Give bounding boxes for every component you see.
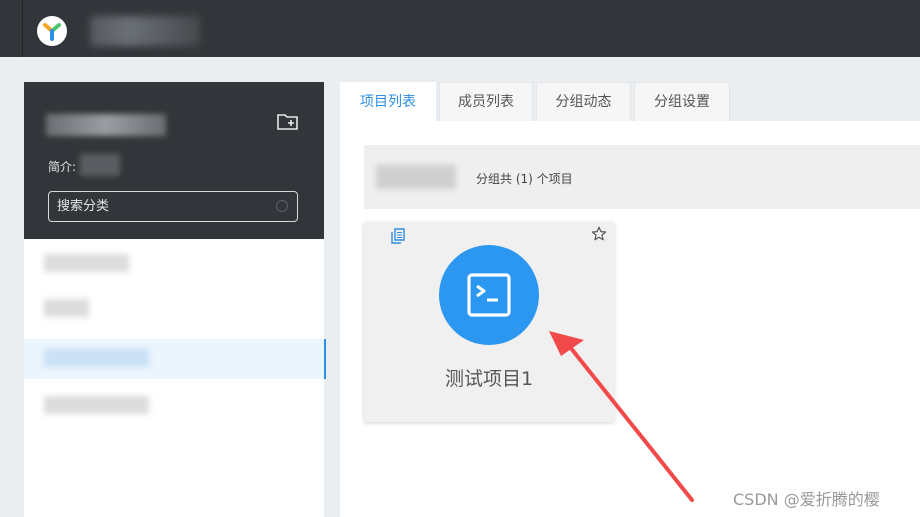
search-icon <box>276 200 288 212</box>
folder-add-icon[interactable] <box>276 112 300 136</box>
redacted-category-label <box>44 254 129 272</box>
project-card[interactable]: 测试项目1 <box>364 222 614 422</box>
redacted-category-label <box>44 349 149 367</box>
yapi-logo-icon[interactable] <box>37 16 67 46</box>
category-item-active[interactable] <box>24 339 326 379</box>
category-item[interactable] <box>24 244 324 284</box>
tab-member-list[interactable]: 成员列表 <box>439 82 533 121</box>
project-panel: 项目列表 成员列表 分组动态 分组设置 分组共 (1) 个项目 测试项目1 <box>340 82 920 517</box>
redacted-category-label <box>44 396 149 414</box>
project-name[interactable]: 测试项目1 <box>364 364 614 391</box>
category-item[interactable] <box>24 386 324 426</box>
redacted-group-name <box>46 114 166 136</box>
redacted-category-label <box>44 299 89 317</box>
category-search-input[interactable] <box>48 191 298 222</box>
category-item[interactable] <box>24 289 324 329</box>
top-navbar <box>0 0 920 57</box>
terminal-icon <box>467 273 511 317</box>
tab-group-activity[interactable]: 分组动态 <box>536 82 631 121</box>
tab-bar: 项目列表 成员列表 分组动态 分组设置 <box>340 82 920 122</box>
project-count-text: 分组共 (1) 个项目 <box>476 172 573 186</box>
redacted-group-intro <box>80 154 120 176</box>
star-icon[interactable] <box>591 226 607 246</box>
document-icon[interactable] <box>391 228 405 248</box>
topbar-divider <box>22 0 23 57</box>
project-summary-bar: 分组共 (1) 个项目 <box>364 145 920 209</box>
group-sidebar: 简介: <box>24 82 326 517</box>
group-info-header: 简介: <box>24 82 324 239</box>
watermark-text: CSDN @爱折腾的樱 <box>733 490 880 509</box>
group-intro-label: 简介: <box>48 160 77 174</box>
project-avatar[interactable] <box>439 245 539 345</box>
redacted-app-title <box>90 16 200 46</box>
tab-group-settings[interactable]: 分组设置 <box>634 82 730 121</box>
redacted-group-name <box>376 165 456 189</box>
tab-project-list[interactable]: 项目列表 <box>340 82 436 122</box>
